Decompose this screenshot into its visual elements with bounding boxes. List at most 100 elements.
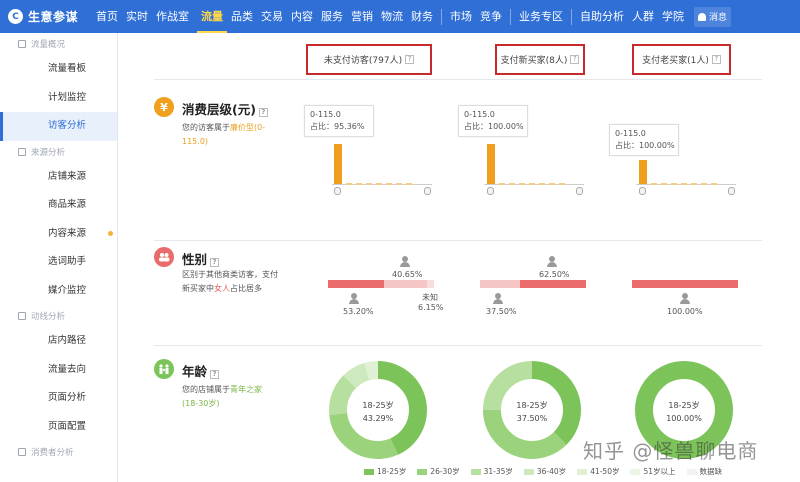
sidebar-item-visitor-analysis[interactable]: 访客分析 <box>0 112 117 141</box>
female-bar <box>632 280 738 288</box>
male-person-icon <box>400 256 410 267</box>
female-ratio: 100.00% <box>667 307 703 316</box>
consumption-desc: 您的访客属于廉价型(0-115.0) <box>182 121 274 149</box>
nav-divider <box>571 8 572 25</box>
nav-trade[interactable]: 交易 <box>257 0 287 33</box>
sidebar-group-consumer-analysis[interactable]: 消费者分析 <box>0 441 117 463</box>
sidebar-item-product-source[interactable]: 商品来源 <box>0 191 117 220</box>
age-legend: 18-25岁 26-30岁 31-35岁 36-40岁 41-50岁 51岁以上… <box>364 466 733 477</box>
sidebar-group-traffic-overview[interactable]: 流量概况 <box>0 33 117 55</box>
visitor-comparison-panel: 未支付访客(797人) ? 支付新买家(8人) ? 支付老买家(1人) ? ¥ … <box>154 33 762 482</box>
male-bar <box>520 280 586 288</box>
legend-item[interactable]: 18-25岁 <box>364 466 406 477</box>
bar-remainder <box>499 183 565 185</box>
folder-icon <box>18 312 26 320</box>
legend-item[interactable]: 31-35岁 <box>470 466 513 477</box>
gender-desc-line1: 区别于其他商类访客，支付 <box>182 270 278 279</box>
age-desc: 您的店铺属于青年之家(18-30岁) <box>182 383 277 411</box>
consumption-bar-2 <box>487 144 495 184</box>
legend-swatch <box>686 468 697 475</box>
coin-icon <box>639 187 646 195</box>
gender-title: 性别? <box>182 249 220 268</box>
sidebar-group-label: 消费者分析 <box>31 448 74 458</box>
sidebar-item-plan-monitor[interactable]: 计划监控 <box>0 84 117 113</box>
help-icon[interactable]: ? <box>210 370 220 379</box>
consumption-desc-text: 您的访客属于 <box>182 123 230 132</box>
legend-swatch <box>630 468 641 475</box>
consumption-bar-1 <box>334 144 342 184</box>
donut-value: 37.50% <box>516 414 548 423</box>
nav-realtime[interactable]: 实时 <box>122 0 152 33</box>
nav-home[interactable]: 首页 <box>92 0 122 33</box>
gender-desc-prefix: 新买家中 <box>182 284 214 293</box>
consumption-tooltip-1: 0-115.0 占比：95.36% <box>304 105 374 137</box>
age-title: 年龄? <box>182 361 220 380</box>
sidebar-item-page-config[interactable]: 页面配置 <box>0 413 117 442</box>
yen-icon: ¥ <box>154 97 174 117</box>
nav-crowd[interactable]: 人群 <box>628 0 658 33</box>
logo-text: 生意参谋 <box>28 10 79 24</box>
gender-desc: 区别于其他商类访客，支付 新买家中女人占比居多 <box>182 268 302 296</box>
legend-item[interactable]: 26-30岁 <box>417 466 460 477</box>
top-nav-bar: C 生意参谋 首页 实时 作战室 流量 品类 交易 内容 服务 营销 物流 财务… <box>0 0 800 33</box>
legend-label: 36-40岁 <box>536 467 567 476</box>
sidebar-item-media-monitor[interactable]: 媒介监控 <box>0 277 117 306</box>
unknown-label: 未知 <box>422 293 438 302</box>
consumption-tooltip-3: 0-115.0 占比：100.00% <box>609 124 679 156</box>
help-icon[interactable]: ? <box>210 258 220 267</box>
nav-market[interactable]: 市场 <box>446 0 476 33</box>
sidebar-group-label: 动线分析 <box>31 312 66 322</box>
nav-divider <box>510 8 511 25</box>
legend-item[interactable]: 36-40岁 <box>523 466 567 477</box>
sidebar-item-shop-source[interactable]: 店铺来源 <box>0 163 117 192</box>
sidebar-item-traffic-board[interactable]: 流量看板 <box>0 55 117 84</box>
nav-academy[interactable]: 学院 <box>658 0 688 33</box>
coins-stack-icon <box>728 187 735 195</box>
male-bar <box>384 280 427 288</box>
message-button[interactable]: 消息 <box>694 6 732 27</box>
female-person-icon <box>493 293 503 304</box>
age-desc-text: 您的店铺属于 <box>182 385 230 394</box>
nav-content[interactable]: 内容 <box>287 0 317 33</box>
sidebar-group-source-analysis[interactable]: 来源分析 <box>0 141 117 163</box>
legend-item[interactable]: 51岁以上 <box>630 466 676 477</box>
gender-desc-highlight: 女人 <box>214 284 230 293</box>
help-icon[interactable]: ? <box>570 55 580 64</box>
sidebar-item-shop-path[interactable]: 店内路径 <box>0 327 117 356</box>
logo[interactable]: C 生意参谋 <box>0 0 92 33</box>
nav-warroom[interactable]: 作战室 <box>152 0 193 33</box>
nav-business-zone[interactable]: 业务专区 <box>515 0 567 33</box>
nav-traffic[interactable]: 流量 <box>197 0 227 33</box>
legend-swatch <box>577 468 588 475</box>
nav-logistics[interactable]: 物流 <box>377 0 407 33</box>
sidebar-item-keyword-helper[interactable]: 选词助手 <box>0 248 117 277</box>
sidebar: 流量概况 流量看板 计划监控 访客分析 来源分析 店铺来源 商品来源 内容来源 … <box>0 33 118 482</box>
sidebar-item-content-source[interactable]: 内容来源 <box>0 220 117 249</box>
nav-marketing[interactable]: 营销 <box>347 0 377 33</box>
tooltip-range: 0-115.0 <box>615 129 646 138</box>
donut-label: 18-25岁 <box>362 401 394 410</box>
nav-competition[interactable]: 竞争 <box>476 0 506 33</box>
nav-service[interactable]: 服务 <box>317 0 347 33</box>
sidebar-item-traffic-destination[interactable]: 流量去向 <box>0 356 117 385</box>
divider <box>154 79 762 80</box>
sidebar-group-label: 来源分析 <box>31 147 66 158</box>
consumption-title-text: 消费层级(元) <box>182 102 256 117</box>
nav-category[interactable]: 品类 <box>227 0 257 33</box>
legend-item[interactable]: 41-50岁 <box>577 466 619 477</box>
sidebar-group-path-analysis[interactable]: 动线分析 <box>0 305 117 327</box>
male-ratio: 62.50% <box>539 270 570 279</box>
sidebar-item-page-analysis[interactable]: 页面分析 <box>0 384 117 413</box>
column-header-unpaid-visitors: 未支付访客(797人) ? <box>306 44 432 75</box>
legend-item[interactable]: 数据缺 <box>686 466 722 477</box>
family-icon <box>154 359 174 379</box>
divider <box>154 240 762 241</box>
help-icon[interactable]: ? <box>405 55 415 64</box>
female-bar <box>328 280 384 288</box>
coins-stack-icon <box>424 187 431 195</box>
help-icon[interactable]: ? <box>258 108 268 117</box>
nav-finance[interactable]: 财务 <box>407 0 437 33</box>
help-icon[interactable]: ? <box>711 55 721 64</box>
nav-self-analysis[interactable]: 自助分析 <box>576 0 628 33</box>
consumption-tooltip-2: 0-115.0 占比：100.00% <box>458 105 528 137</box>
